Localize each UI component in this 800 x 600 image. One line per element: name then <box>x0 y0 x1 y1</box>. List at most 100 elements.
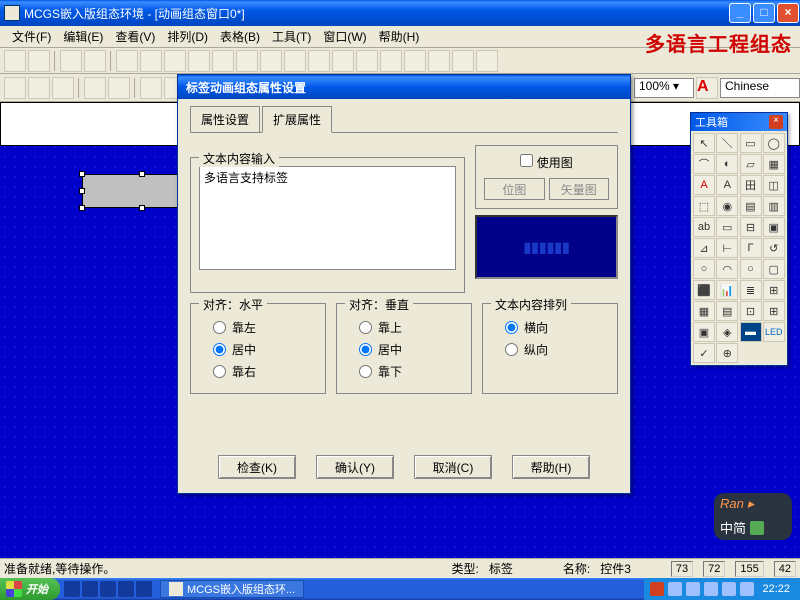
tool-icon[interactable]: ▦ <box>693 301 715 321</box>
tray-icon[interactable] <box>650 582 664 596</box>
tool-button[interactable] <box>140 50 162 72</box>
menu-view[interactable]: 查看(V) <box>109 26 161 47</box>
tool-icon[interactable]: ⌒ <box>693 154 715 174</box>
minimize-button[interactable]: _ <box>729 3 751 23</box>
tool-icon[interactable]: ⊞ <box>763 280 785 300</box>
tool-button[interactable] <box>4 77 26 99</box>
quick-launch-icon[interactable] <box>118 581 134 597</box>
label-text-input[interactable] <box>199 166 456 270</box>
tray-icon[interactable] <box>704 582 718 596</box>
tab-extended[interactable]: 扩展属性 <box>262 106 332 133</box>
menu-tools[interactable]: 工具(T) <box>266 26 317 47</box>
tool-icon[interactable]: A <box>716 175 738 195</box>
tool-icon[interactable]: ⬛ <box>693 280 715 300</box>
tool-button[interactable] <box>4 50 26 72</box>
tool-icon[interactable]: ≣ <box>740 280 762 300</box>
tool-button[interactable] <box>404 50 426 72</box>
tool-button[interactable] <box>356 50 378 72</box>
start-button[interactable]: 开始 <box>0 578 60 600</box>
tool-button[interactable] <box>332 50 354 72</box>
tool-icon[interactable]: ⊟ <box>740 217 762 237</box>
quick-launch-icon[interactable] <box>136 581 152 597</box>
tool-icon[interactable]: ○ <box>740 259 762 279</box>
tool-button[interactable] <box>52 77 74 99</box>
tool-icon[interactable]: ab <box>693 217 715 237</box>
check-button[interactable]: 检查(K) <box>218 455 296 479</box>
tool-icon[interactable]: 田 <box>740 175 762 195</box>
tool-icon[interactable]: ▭ <box>716 217 738 237</box>
text-color-button[interactable]: A <box>696 77 718 99</box>
language-select[interactable]: Chinese <box>720 78 800 98</box>
tool-icon[interactable]: ↺ <box>763 238 785 258</box>
tool-button[interactable] <box>428 50 450 72</box>
tool-button[interactable] <box>116 50 138 72</box>
tool-rect-icon[interactable]: ▭ <box>740 133 762 153</box>
tool-button[interactable] <box>260 50 282 72</box>
tool-icon[interactable]: ⊕ <box>716 343 738 363</box>
menu-arrange[interactable]: 排列(D) <box>161 26 214 47</box>
tool-icon[interactable]: ▣ <box>693 322 715 342</box>
tool-icon[interactable]: ▬ <box>740 322 762 342</box>
tool-icon[interactable]: Γ <box>740 238 762 258</box>
tool-ellipse-icon[interactable]: ◯ <box>763 133 785 153</box>
tool-icon[interactable]: ⊡ <box>740 301 762 321</box>
tool-text-icon[interactable]: A <box>693 175 715 195</box>
tool-icon[interactable]: ▤ <box>716 301 738 321</box>
toolbox-close-icon[interactable]: × <box>769 115 783 129</box>
tray-icon[interactable] <box>740 582 754 596</box>
tool-line-icon[interactable]: ＼ <box>716 133 738 153</box>
arrange-vertical-radio[interactable] <box>505 343 518 356</box>
maximize-button[interactable]: □ <box>753 3 775 23</box>
halign-left-radio[interactable] <box>213 321 226 334</box>
tool-button[interactable] <box>28 77 50 99</box>
valign-center-radio[interactable] <box>359 343 372 356</box>
tool-icon[interactable]: ⊞ <box>763 301 785 321</box>
tool-button[interactable] <box>452 50 474 72</box>
tool-icon[interactable]: ▦ <box>763 154 785 174</box>
halign-right-radio[interactable] <box>213 365 226 378</box>
tray-icon[interactable] <box>686 582 700 596</box>
halign-center-radio[interactable] <box>213 343 226 356</box>
ok-button[interactable]: 确认(Y) <box>316 455 394 479</box>
tool-icon[interactable]: ▥ <box>763 196 785 216</box>
tool-button[interactable] <box>164 50 186 72</box>
valign-top-radio[interactable] <box>359 321 372 334</box>
tool-icon[interactable]: ▣ <box>763 217 785 237</box>
tool-button[interactable] <box>28 50 50 72</box>
toolbox-panel[interactable]: 工具箱 × ↖＼▭◯ ⌒◐▱▦ AA田◫ ⬚◉▤▥ ab▭⊟▣ ⊿⊢Γ↺ ○◠○… <box>690 112 788 366</box>
tool-button[interactable] <box>284 50 306 72</box>
menu-window[interactable]: 窗口(W) <box>317 26 372 47</box>
quick-launch-icon[interactable] <box>64 581 80 597</box>
help-button[interactable]: 帮助(H) <box>512 455 590 479</box>
tool-button[interactable] <box>84 77 106 99</box>
arrange-horizontal-radio[interactable] <box>505 321 518 334</box>
bitmap-button[interactable]: 位图 <box>484 178 544 200</box>
vector-button[interactable]: 矢量图 <box>549 178 609 200</box>
tool-button[interactable] <box>108 77 130 99</box>
cancel-button[interactable]: 取消(C) <box>414 455 492 479</box>
tool-chart-icon[interactable]: 📊 <box>716 280 738 300</box>
quick-launch-icon[interactable] <box>82 581 98 597</box>
tray-icon[interactable] <box>668 582 682 596</box>
tool-pointer-icon[interactable]: ↖ <box>693 133 715 153</box>
tool-icon[interactable]: ○ <box>693 259 715 279</box>
tool-button[interactable] <box>236 50 258 72</box>
tool-icon[interactable]: ▢ <box>763 259 785 279</box>
tool-icon[interactable]: ⊢ <box>716 238 738 258</box>
tray-icon[interactable] <box>722 582 736 596</box>
valign-bottom-radio[interactable] <box>359 365 372 378</box>
tool-icon[interactable]: ◉ <box>716 196 738 216</box>
tool-icon[interactable]: ▱ <box>740 154 762 174</box>
tool-icon[interactable]: ✓ <box>693 343 715 363</box>
menu-edit[interactable]: 编辑(E) <box>57 26 109 47</box>
menu-table[interactable]: 表格(B) <box>214 26 266 47</box>
tool-button[interactable] <box>140 77 162 99</box>
tool-icon[interactable]: ◈ <box>716 322 738 342</box>
tool-icon[interactable]: ▤ <box>740 196 762 216</box>
tool-button[interactable] <box>380 50 402 72</box>
tab-basic[interactable]: 属性设置 <box>190 106 260 132</box>
menu-help[interactable]: 帮助(H) <box>373 26 426 47</box>
menu-file[interactable]: 文件(F) <box>6 26 57 47</box>
tool-button[interactable] <box>84 50 106 72</box>
quick-launch-icon[interactable] <box>100 581 116 597</box>
